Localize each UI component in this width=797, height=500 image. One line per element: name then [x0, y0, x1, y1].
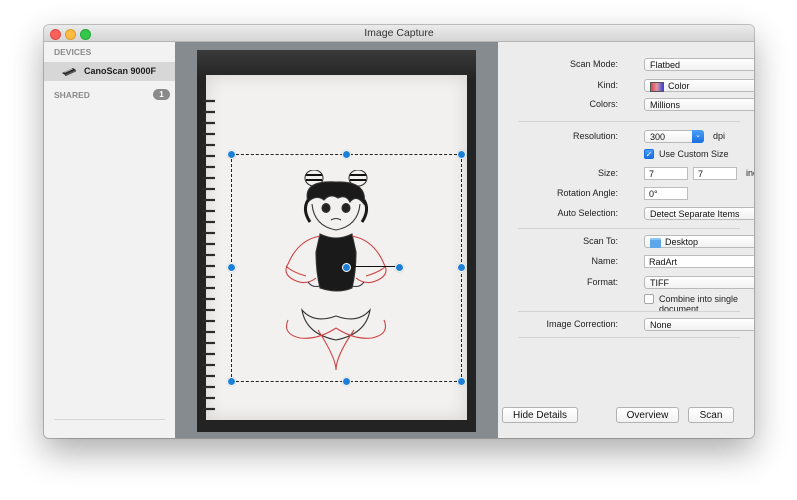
scan-to-label: Scan To:	[583, 236, 618, 246]
scan-preview-area[interactable]	[175, 42, 498, 438]
image-correction-popup[interactable]: None ⌃⌄	[644, 318, 754, 331]
colors-label: Colors:	[589, 99, 618, 109]
colors-value: Millions	[650, 100, 681, 110]
sidebar-divider	[54, 419, 165, 420]
resolution-unit: dpi	[713, 131, 726, 141]
selection-handle-top-right[interactable]	[457, 150, 466, 159]
resolution-value: 300	[650, 132, 666, 142]
rotation-angle-field[interactable]: 0°	[644, 187, 688, 200]
rotation-angle-label: Rotation Angle:	[556, 188, 618, 198]
format-label: Format:	[586, 277, 618, 287]
size-unit-value: inches	[746, 168, 754, 178]
image-correction-value: None	[650, 320, 672, 330]
scan-bed	[197, 50, 476, 432]
rotation-line	[346, 266, 399, 267]
combine-document-checkbox[interactable]	[644, 294, 654, 304]
scanned-sketchbook-page	[202, 75, 467, 420]
scan-settings-panel: Scan Mode: Flatbed ⌃⌄ Kind: Color ⌃⌄ Col…	[498, 42, 754, 438]
rotation-handle[interactable]	[395, 263, 404, 272]
scan-mode-label: Scan Mode:	[569, 59, 618, 69]
kind-label: Kind:	[597, 80, 618, 90]
selection-handle-bottom-right[interactable]	[457, 377, 466, 386]
shared-header[interactable]: SHARED	[54, 90, 90, 100]
use-custom-size-checkbox[interactable]: ✓	[644, 149, 654, 159]
separator	[518, 121, 740, 122]
selection-handle-top-center[interactable]	[342, 150, 351, 159]
use-custom-size-label: Use Custom Size	[659, 149, 729, 159]
colors-popup[interactable]: Millions ⌃⌄	[644, 98, 754, 111]
spiral-binding-icon	[202, 99, 215, 411]
selection-handle-top-left[interactable]	[227, 150, 236, 159]
device-name: CanoScan 9000F	[84, 66, 157, 76]
sidebar: DEVICES CanoScan 9000F SHARED 1	[44, 42, 176, 438]
name-label: Name:	[591, 256, 618, 266]
image-correction-label: Image Correction:	[546, 319, 618, 329]
scan-button[interactable]: Scan	[688, 407, 734, 423]
hide-details-button[interactable]: Hide Details	[502, 407, 578, 423]
auto-selection-value: Detect Separate Items	[650, 209, 740, 219]
separator	[518, 228, 740, 229]
kind-popup[interactable]: Color ⌃⌄	[644, 79, 754, 92]
kind-value: Color	[668, 81, 690, 91]
resolution-combo[interactable]: 300 ⌄	[644, 130, 704, 143]
selection-handle-bottom-center[interactable]	[342, 377, 351, 386]
color-kind-icon	[650, 81, 664, 92]
sidebar-item-canoscan[interactable]: CanoScan 9000F	[44, 62, 175, 81]
size-height-field[interactable]: 7	[693, 167, 737, 180]
selection-handle-middle-right[interactable]	[457, 263, 466, 272]
size-unit-popup[interactable]: inches ⇕	[746, 168, 754, 179]
format-value: TIFF	[650, 278, 669, 288]
scan-mode-value: Flatbed	[650, 60, 681, 70]
scanner-icon	[62, 68, 76, 76]
size-label: Size:	[597, 168, 618, 178]
overview-button[interactable]: Overview	[616, 407, 679, 423]
folder-icon	[650, 237, 661, 248]
selection-handle-bottom-left[interactable]	[227, 377, 236, 386]
name-field[interactable]: RadArt	[644, 255, 754, 268]
scan-mode-popup[interactable]: Flatbed ⌃⌄	[644, 58, 754, 71]
window-title: Image Capture	[364, 27, 434, 39]
size-width-field[interactable]: 7	[644, 167, 688, 180]
rotation-center-handle[interactable]	[342, 263, 351, 272]
title-bar[interactable]: Image Capture	[44, 25, 754, 42]
resolution-label: Resolution:	[572, 131, 618, 141]
scan-to-popup[interactable]: Desktop ⌃⌄	[644, 235, 754, 248]
auto-selection-label: Auto Selection:	[557, 208, 618, 218]
chevron-down-icon: ⌄	[692, 130, 704, 143]
format-popup[interactable]: TIFF ⌃⌄	[644, 276, 754, 289]
shared-count-badge: 1	[153, 89, 170, 100]
auto-selection-popup[interactable]: Detect Separate Items ⌃⌄	[644, 207, 754, 220]
separator	[518, 337, 740, 338]
devices-header: DEVICES	[54, 47, 92, 57]
separator	[518, 311, 740, 312]
image-capture-window: Image Capture DEVICES CanoScan 9000F SHA…	[44, 25, 754, 438]
selection-handle-middle-left[interactable]	[227, 263, 236, 272]
scan-to-value: Desktop	[665, 237, 699, 247]
